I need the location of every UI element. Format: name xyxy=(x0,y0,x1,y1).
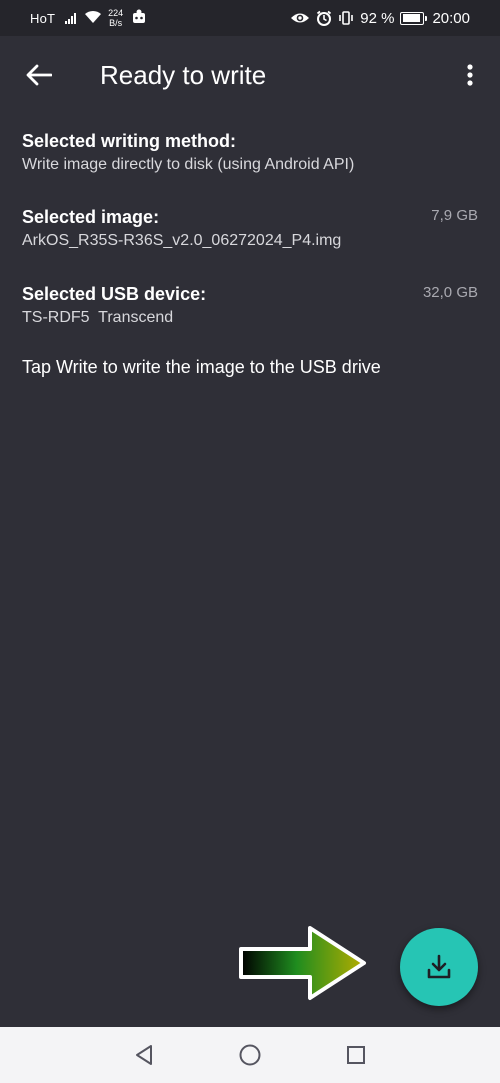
home-circle-icon xyxy=(239,1044,261,1066)
back-triangle-icon xyxy=(136,1045,152,1065)
selected-image-filename: ArkOS_R35S-R36S_v2.0_06272024_P4.img xyxy=(22,232,342,249)
writing-method-label: Selected writing method: xyxy=(22,131,237,151)
network-speed: 224 B/s xyxy=(108,8,123,28)
app-bar: Ready to write xyxy=(0,36,500,116)
selected-image-section: Selected image: ArkOS_R35S-R36S_v2.0_062… xyxy=(22,206,478,252)
status-bar: HoT 224 B/s 92 % 20:00 xyxy=(0,0,500,36)
signal-icon xyxy=(65,12,77,24)
system-nav-bar xyxy=(0,1027,500,1083)
screen: HoT 224 B/s 92 % 20:00 Ready to write Se… xyxy=(0,0,500,1083)
wifi-icon xyxy=(84,10,102,27)
download-icon xyxy=(427,954,451,979)
battery-icon xyxy=(400,11,428,25)
network-speed-unit: B/s xyxy=(109,18,123,28)
pointer-arrow-icon xyxy=(239,926,366,1000)
usb-device-name: TS-RDF5 Transcend xyxy=(22,309,174,326)
writing-method-section: Selected writing method: Write image dir… xyxy=(22,130,478,176)
write-button[interactable] xyxy=(400,928,478,1006)
usb-device-size: 32,0 GB xyxy=(422,284,478,301)
usb-device-label: Selected USB device: xyxy=(22,284,207,304)
writing-method-value: Write image directly to disk (using Andr… xyxy=(22,156,355,173)
back-button[interactable] xyxy=(22,58,56,92)
alarm-icon xyxy=(316,10,332,26)
overflow-menu-button[interactable] xyxy=(458,58,482,92)
notification-icon xyxy=(131,9,147,28)
battery-percent: 92 % xyxy=(360,9,395,27)
nav-home-button[interactable] xyxy=(238,1043,262,1067)
recents-square-icon xyxy=(347,1046,365,1064)
network-speed-value: 224 xyxy=(108,8,124,18)
status-right: 92 % 20:00 xyxy=(284,0,470,36)
arrow-back-icon xyxy=(26,64,52,86)
nav-back-button[interactable] xyxy=(132,1043,156,1067)
page-title: Ready to write xyxy=(100,60,267,90)
clock: 20:00 xyxy=(432,9,470,27)
write-hint-text: Tap Write to write the image to the USB … xyxy=(22,357,381,377)
eye-icon xyxy=(290,11,310,25)
carrier-label: HoT xyxy=(30,10,56,26)
nav-recents-button[interactable] xyxy=(344,1043,368,1067)
usb-device-section: Selected USB device: TS-RDF5 Transcend 3… xyxy=(22,283,478,329)
status-left: HoT 224 B/s xyxy=(30,0,147,36)
selected-image-label: Selected image: xyxy=(22,207,160,227)
selected-image-size: 7,9 GB xyxy=(431,207,478,224)
vibrate-icon xyxy=(338,10,354,26)
more-vert-icon xyxy=(467,64,473,86)
